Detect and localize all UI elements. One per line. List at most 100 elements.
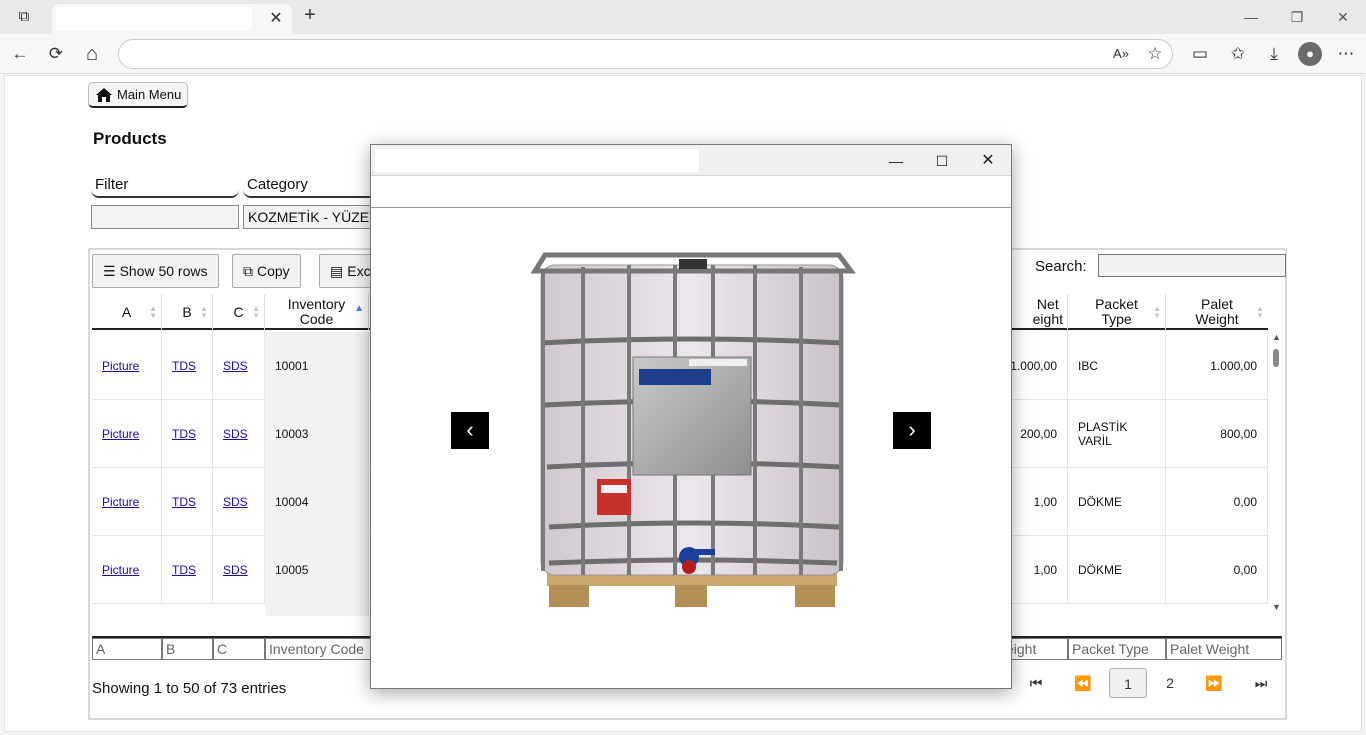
page-1-button[interactable]: 1 — [1109, 668, 1147, 698]
window-close-button[interactable]: ✕ — [1328, 6, 1358, 28]
inventory-code-cell: 10001 — [275, 359, 309, 373]
column-header-b[interactable]: B ▲ ▼ — [162, 294, 213, 330]
table-cell: PLASTİK VARİL — [1068, 400, 1166, 468]
table-cell: DÖKME — [1068, 536, 1166, 604]
modal-toolbar — [371, 176, 1011, 208]
copy-icon: ⧉ — [243, 262, 253, 279]
sort-icon: ▲ ▼ — [200, 304, 208, 320]
net-weight-cell: 1,00 — [1033, 563, 1057, 577]
tds-link[interactable]: TDS — [172, 563, 196, 577]
back-icon[interactable]: ← — [8, 42, 32, 66]
palet-weight-cell: 1.000,00 — [1210, 359, 1257, 373]
sds-link[interactable]: SDS — [223, 427, 248, 441]
browser-toolbar: ← ⟳ ⌂ A» ☆ ▭ ✩ ⤓ ● ⋯ — [0, 34, 1366, 74]
table-cell: Picture — [92, 400, 162, 468]
filter-input[interactable] — [91, 205, 239, 229]
tds-link[interactable]: TDS — [172, 495, 196, 509]
column-header-a[interactable]: A ▲ ▼ — [92, 294, 162, 330]
footer-filter-packet-type[interactable]: Packet Type — [1068, 638, 1166, 660]
favorites-icon[interactable]: ✩ — [1226, 42, 1250, 66]
table-cell: 1.000,00 — [1166, 332, 1268, 400]
home-icon[interactable]: ⌂ — [80, 42, 104, 66]
footer-filter-b[interactable]: B — [162, 638, 213, 660]
sds-link[interactable]: SDS — [223, 563, 248, 577]
column-header-label: Inventory Code — [287, 296, 346, 327]
filter-label: Filter — [91, 174, 239, 198]
footer-filter-inventory-code[interactable]: Inventory Code — [265, 638, 375, 660]
downloads-icon[interactable]: ⤓ — [1262, 42, 1286, 66]
net-weight-cell: 1,00 — [1033, 495, 1057, 509]
copy-button[interactable]: ⧉ Copy — [232, 254, 301, 288]
packet-type-cell: IBC — [1078, 359, 1099, 373]
table-cell: TDS — [162, 332, 213, 400]
next-image-button[interactable]: › — [893, 412, 931, 449]
table-cell: DÖKME — [1068, 468, 1166, 536]
product-image-ibc-tank — [530, 252, 856, 607]
list-icon: ☰ — [103, 262, 116, 279]
column-header-c[interactable]: C ▲ ▼ — [213, 294, 265, 330]
browser-tab[interactable]: ✕ — [52, 4, 292, 34]
tab-close-icon[interactable]: ✕ — [266, 9, 286, 29]
last-page-button[interactable]: ⏭ — [1242, 668, 1280, 698]
modal-maximize-button[interactable]: ☐ — [927, 149, 957, 173]
window-minimize-button[interactable]: — — [1236, 6, 1266, 28]
column-header-label: C — [233, 303, 244, 320]
column-header-packet-type[interactable]: Packet Type ▲ ▼ — [1068, 294, 1166, 330]
column-header-palet-weight[interactable]: Palet Weight ▲ ▼ — [1166, 294, 1268, 330]
window-restore-button[interactable]: ❐ — [1282, 6, 1312, 28]
modal-close-button[interactable]: ✕ — [973, 149, 1003, 173]
table-cell: 0,00 — [1166, 468, 1268, 536]
search-input[interactable] — [1098, 254, 1286, 277]
inventory-code-cell: 10004 — [275, 495, 309, 509]
sort-icon: ▲ ▼ — [252, 304, 260, 320]
table-cell: 10003 — [265, 400, 369, 468]
table-cell: SDS — [213, 536, 265, 604]
previous-image-button[interactable]: ‹ — [451, 412, 489, 449]
home-icon — [96, 87, 112, 102]
sort-ascending-icon: ▲ — [354, 303, 364, 314]
next-page-button[interactable]: ⏩ — [1195, 668, 1233, 698]
table-cell: TDS — [162, 400, 213, 468]
sds-link[interactable]: SDS — [223, 495, 248, 509]
read-aloud-icon[interactable]: A» — [1109, 42, 1133, 66]
table-cell: 800,00 — [1166, 400, 1268, 468]
table-cell: Picture — [92, 332, 162, 400]
packet-type-cell: PLASTİK VARİL — [1078, 420, 1128, 448]
previous-page-button[interactable]: ⏪ — [1064, 668, 1102, 698]
table-cell: SDS — [213, 468, 265, 536]
modal-minimize-button[interactable]: — — [881, 149, 911, 173]
profile-avatar[interactable]: ● — [1298, 42, 1322, 66]
picture-link[interactable]: Picture — [102, 427, 139, 441]
address-bar[interactable]: A» ☆ — [118, 39, 1173, 69]
category-select[interactable]: KOZMETİK - YÜZEY — [243, 205, 383, 229]
tds-link[interactable]: TDS — [172, 359, 196, 373]
reload-icon[interactable]: ⟳ — [44, 42, 68, 66]
main-menu-button[interactable]: Main Menu — [88, 82, 189, 108]
footer-filter-palet-weight[interactable]: Palet Weight — [1166, 638, 1282, 660]
picture-link[interactable]: Picture — [102, 563, 139, 577]
footer-filter-c[interactable]: C — [213, 638, 265, 660]
page-title: Products — [93, 129, 167, 148]
picture-link[interactable]: Picture — [102, 359, 139, 373]
picture-link[interactable]: Picture — [102, 495, 139, 509]
show-rows-button[interactable]: ☰ Show 50 rows — [92, 254, 219, 288]
inventory-code-cell: 10003 — [275, 427, 309, 441]
excel-icon: ▤ — [330, 262, 344, 279]
table-scrollbar[interactable]: ▲ ▼ — [1270, 332, 1282, 618]
table-cell: IBC — [1068, 332, 1166, 400]
column-header-inventory-code[interactable]: Inventory Code ▲ — [265, 294, 369, 330]
page-2-button[interactable]: 2 — [1151, 668, 1189, 698]
footer-filter-a[interactable]: A — [92, 638, 162, 660]
scrollbar-thumb[interactable] — [1273, 349, 1279, 367]
cast-icon[interactable]: ▭ — [1188, 42, 1212, 66]
tds-link[interactable]: TDS — [172, 427, 196, 441]
new-tab-button[interactable]: + — [298, 4, 322, 28]
show-rows-label: Show 50 rows — [119, 263, 208, 279]
workspaces-icon[interactable]: ⧉ — [12, 5, 36, 29]
net-weight-cell: 1.000,00 — [1010, 359, 1057, 373]
sds-link[interactable]: SDS — [223, 359, 248, 373]
packet-type-cell: DÖKME — [1078, 563, 1123, 577]
more-menu-icon[interactable]: ⋯ — [1334, 42, 1358, 66]
favorite-star-icon[interactable]: ☆ — [1143, 42, 1167, 66]
first-page-button[interactable]: ⏮ — [1017, 668, 1055, 698]
